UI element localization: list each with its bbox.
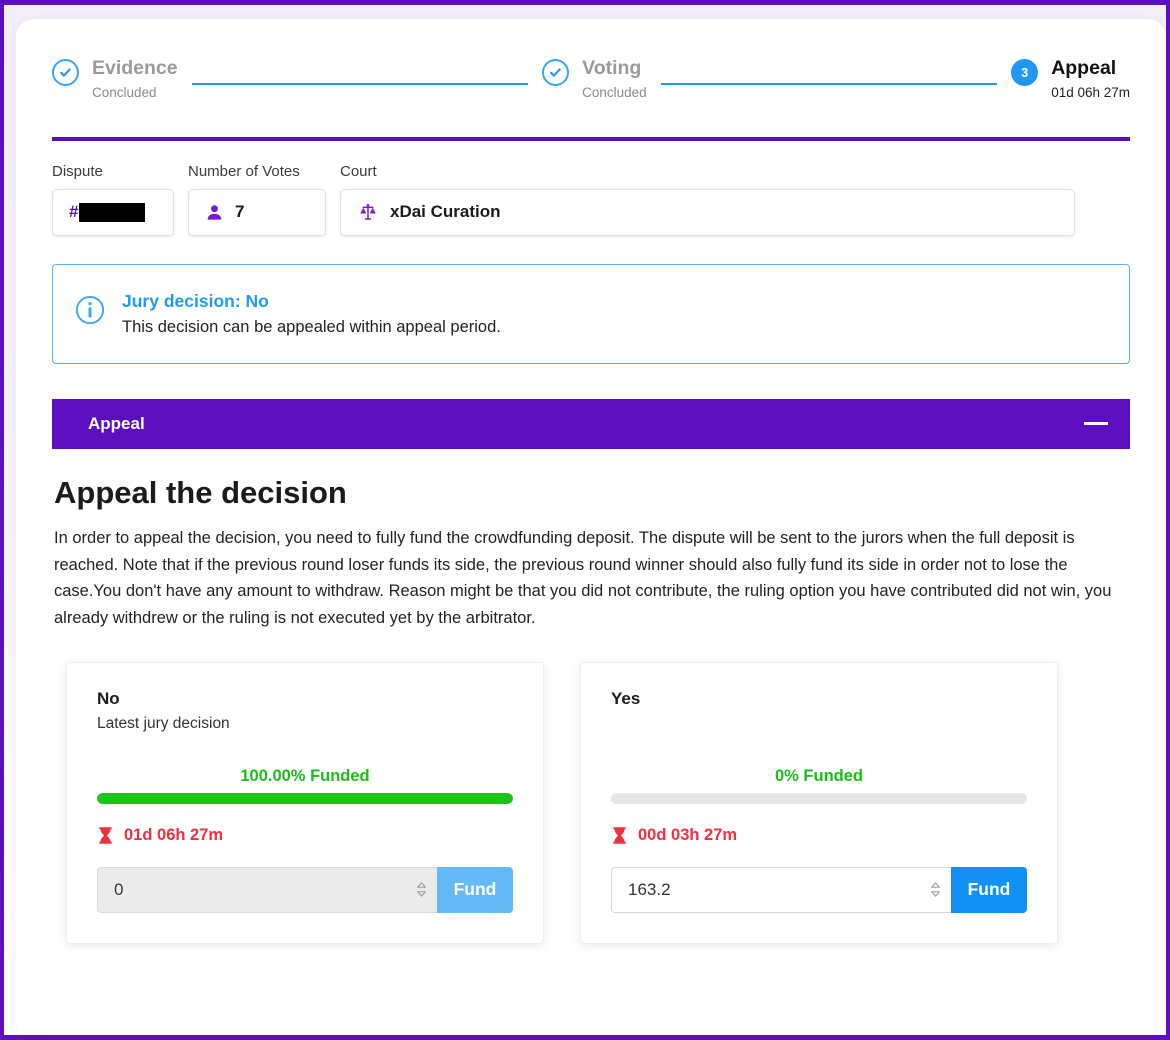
stepper-step-title: Voting xyxy=(582,57,642,79)
hourglass-icon xyxy=(611,826,628,845)
page-title: Appeal the decision xyxy=(54,474,347,510)
minus-icon[interactable] xyxy=(1084,422,1108,426)
dispute-label: Dispute xyxy=(52,162,103,180)
votes-count: 7 xyxy=(235,202,245,222)
dispute-hash-prefix: # xyxy=(69,202,79,222)
funding-option-note xyxy=(611,715,1027,735)
court-field: Court xDai Curation xyxy=(340,163,1075,236)
votes-field: Number of Votes 7 xyxy=(188,163,326,236)
funding-countdown: 01d 06h 27m xyxy=(97,826,513,845)
stepper-step-countdown: 01d 06h 27m xyxy=(1051,85,1130,101)
funding-option-note: Latest jury decision xyxy=(97,714,230,732)
funding-countdown-value: 00d 03h 27m xyxy=(638,825,738,844)
dispute-field: Dispute # xyxy=(52,163,174,236)
funding-cards-row: No Latest jury decision 100.00% Funded 0… xyxy=(16,632,1166,944)
jury-decision-body: This decision can be appealed within app… xyxy=(122,317,501,336)
funding-card-no: No Latest jury decision 100.00% Funded 0… xyxy=(66,661,544,944)
hourglass-icon xyxy=(97,826,114,845)
funding-input-row: 163.2 Fund xyxy=(611,866,1027,913)
appeal-description: In order to appeal the decision, you nee… xyxy=(54,528,1112,628)
stepper-step-subtitle: Concluded xyxy=(582,85,647,101)
number-stepper-icon[interactable] xyxy=(931,882,940,898)
stepper-step-title: Appeal xyxy=(1051,57,1117,79)
funded-percent-label: 0% Funded xyxy=(774,766,863,785)
dispute-page-card: Evidence Concluded Voting Concluded 3 Ap… xyxy=(16,19,1166,1035)
appeal-accordion-title: Appeal xyxy=(88,413,145,433)
court-name: xDai Curation xyxy=(390,202,501,222)
court-label: Court xyxy=(340,162,377,180)
browser-viewport: Evidence Concluded Voting Concluded 3 Ap… xyxy=(4,5,1166,1035)
fund-button[interactable]: Fund xyxy=(437,866,513,913)
votes-label: Number of Votes xyxy=(188,162,300,180)
funding-card-yes: Yes 0% Funded 00d 03h 27m 163.2 Fund xyxy=(580,661,1058,944)
stepper-step-voting[interactable]: Voting Concluded xyxy=(542,57,647,101)
funding-option-label: Yes xyxy=(611,688,641,708)
funding-amount-value: 0 xyxy=(114,879,124,899)
check-icon xyxy=(542,59,570,86)
appeal-panel-body: Appeal the decision In order to appeal t… xyxy=(16,449,1166,632)
info-circle-icon xyxy=(75,295,105,330)
jury-decision-title: Jury decision: No xyxy=(122,290,269,311)
stepper-step-title: Evidence xyxy=(92,57,178,79)
funding-amount-input[interactable]: 0 xyxy=(97,866,437,913)
step-number-badge: 3 xyxy=(1011,59,1039,86)
appeal-accordion-header[interactable]: Appeal xyxy=(52,398,1130,449)
jury-decision-info-box: Jury decision: No This decision can be a… xyxy=(52,263,1130,364)
funding-amount-input[interactable]: 163.2 xyxy=(611,866,951,913)
stepper-step-evidence[interactable]: Evidence Concluded xyxy=(52,57,178,101)
stepper-step-subtitle: Concluded xyxy=(92,85,157,101)
funding-progress-bar xyxy=(611,792,1027,804)
person-icon xyxy=(205,203,224,222)
stepper-step-appeal[interactable]: 3 Appeal 01d 06h 27m xyxy=(1011,57,1130,101)
funding-input-row: 0 Fund xyxy=(97,866,513,913)
funding-countdown-value: 01d 06h 27m xyxy=(124,825,224,844)
stepper-connector-2 xyxy=(647,57,1012,85)
funding-amount-value: 163.2 xyxy=(628,879,671,899)
dispute-stepper: Evidence Concluded Voting Concluded 3 Ap… xyxy=(16,19,1166,101)
redacted-dispute-id xyxy=(79,202,146,222)
funding-countdown: 00d 03h 27m xyxy=(611,826,1027,845)
votes-value-box: 7 xyxy=(188,188,326,236)
funding-progress-bar xyxy=(97,792,513,804)
funded-percent-label: 100.00% Funded xyxy=(240,766,370,785)
funding-progress-fill xyxy=(97,792,513,804)
check-icon xyxy=(52,59,79,86)
stepper-connector-1 xyxy=(178,57,543,85)
fund-button[interactable]: Fund xyxy=(951,866,1027,913)
court-value-box: xDai Curation xyxy=(340,188,1075,236)
scales-icon xyxy=(357,202,379,223)
dispute-meta-row: Dispute # Number of Votes 7 Court xDai C… xyxy=(16,141,1166,236)
number-stepper-icon[interactable] xyxy=(417,882,426,898)
funding-option-label: No xyxy=(97,688,120,708)
dispute-value-box: # xyxy=(52,188,174,236)
